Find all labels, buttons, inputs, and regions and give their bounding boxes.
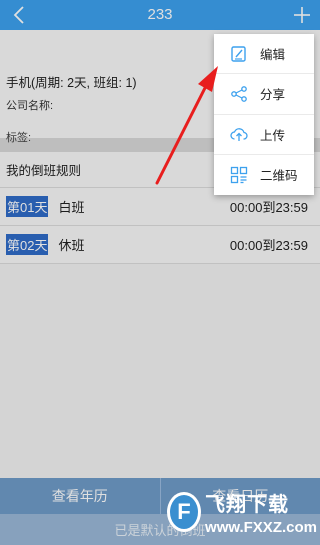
qrcode-icon (230, 166, 248, 184)
watermark-logo-icon: F (167, 492, 202, 532)
watermark-text: 飞翔下载 www.FXXZ.com (205, 488, 317, 536)
upload-icon (230, 125, 248, 143)
share-icon (230, 85, 248, 103)
menu-item-upload[interactable]: 上传 (214, 115, 314, 155)
menu-item-share[interactable]: 分享 (214, 74, 314, 115)
edit-icon (230, 45, 248, 63)
watermark-url: www.FXXZ.com (205, 519, 317, 536)
menu-item-label: 编辑 (260, 48, 286, 63)
menu-item-label: 二维码 (260, 169, 298, 184)
menu-item-qrcode[interactable]: 二维码 (214, 155, 314, 195)
menu-item-label: 分享 (260, 88, 286, 103)
menu-item-edit[interactable]: 编辑 (214, 34, 314, 75)
menu-item-label: 上传 (260, 128, 286, 143)
watermark-logo: F 飞翔下载 www.FXXZ.com (167, 482, 317, 542)
watermark-title: 飞翔下载 (205, 494, 290, 516)
popup-menu: 编辑 分享 上传 二维码 (214, 34, 314, 195)
